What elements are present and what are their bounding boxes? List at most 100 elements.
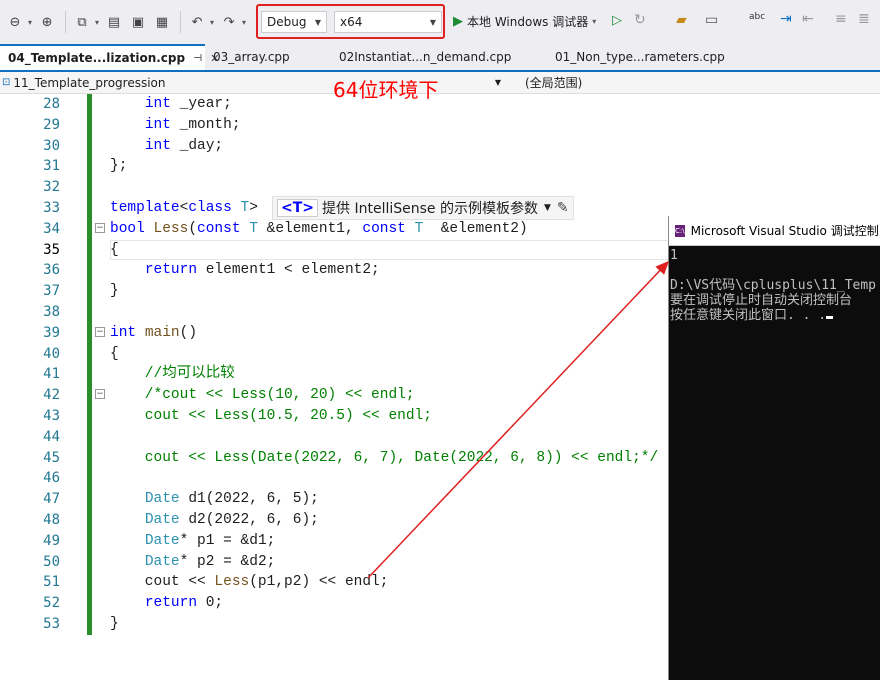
hot-reload-icon[interactable]: ↻ <box>634 12 646 28</box>
code-line: int _month; <box>144 116 241 133</box>
separator <box>180 11 182 33</box>
platform-select[interactable]: x64 ▼ <box>334 11 442 33</box>
line-number: 51 <box>43 574 60 591</box>
code-line: cout << Less(10.5, 20.5) << endl; <box>110 407 432 424</box>
undo-icon[interactable]: ↶ <box>186 11 208 33</box>
code-line: } <box>110 283 119 300</box>
debug-console-window[interactable]: C:\ Microsoft Visual Studio 调试控制台 1 D:\V… <box>668 216 880 680</box>
tab-03-array[interactable]: 03_array.cpp <box>205 44 333 70</box>
code-line: return 0; <box>144 595 224 612</box>
line-number: 47 <box>43 491 60 508</box>
start-debug-button[interactable]: ▶ 本地 Windows 调试器 ▾ <box>453 13 600 30</box>
new-dropdown-icon[interactable]: ▾ <box>95 18 99 27</box>
back-icon[interactable]: ⊖ <box>4 11 26 33</box>
layout-icon[interactable]: ▭ <box>705 12 718 28</box>
save-all-icon[interactable]: ▦ <box>151 11 173 33</box>
line-number: 48 <box>43 511 60 528</box>
line-number: 42 <box>43 387 60 404</box>
fold-toggle-icon[interactable]: − <box>95 389 105 399</box>
pencil-icon[interactable]: ✎ <box>557 200 569 216</box>
forward-icon[interactable]: ⊕ <box>36 11 58 33</box>
code-text[interactable]: int _year; int _month; int _day; }; temp… <box>110 94 658 635</box>
code-line: { <box>110 241 119 258</box>
code-line: Date d2(2022, 6, 6); <box>144 511 319 528</box>
console-line: 要在调试停止时自动关闭控制台 <box>670 293 853 308</box>
line-number: 43 <box>43 407 60 424</box>
pin-icon[interactable]: ⊣ <box>193 53 202 64</box>
line-number: 45 <box>43 449 60 466</box>
code-line: Date* p2 = &d2; <box>144 553 276 570</box>
template-param-box[interactable]: <T> <box>277 199 319 217</box>
outdent-icon[interactable]: ⇤ <box>802 11 814 27</box>
fold-toggle-icon[interactable]: − <box>95 327 105 337</box>
separator <box>65 11 67 33</box>
line-number: 31 <box>43 158 60 175</box>
run-dropdown-icon[interactable]: ▾ <box>592 17 596 26</box>
code-line: /*cout << Less(10, 20) << endl; <box>110 387 415 404</box>
solution-config-select[interactable]: Debug ▼ <box>261 11 327 33</box>
scope-name: (全局范围) <box>525 76 583 90</box>
code-line: cout << Less(p1,p2) << endl; <box>110 574 389 591</box>
solution-config-value: Debug <box>267 15 307 29</box>
uncomment-icon[interactable]: ≣ <box>858 11 870 27</box>
chevron-down-icon: ▼ <box>429 17 436 27</box>
save-icon[interactable]: ▣ <box>127 11 149 33</box>
undo-dropdown-icon[interactable]: ▾ <box>210 18 214 27</box>
redo-dropdown-icon[interactable]: ▾ <box>242 18 246 27</box>
code-line: Date* p1 = &d1; <box>144 532 276 549</box>
open-folder-icon[interactable]: ▤ <box>103 11 125 33</box>
play-icon: ▶ <box>453 14 463 29</box>
text-cursor <box>826 316 834 319</box>
back-dropdown-icon[interactable]: ▾ <box>28 18 32 27</box>
project-name: 11_Template_progression <box>13 75 166 90</box>
redo-icon[interactable]: ↷ <box>218 11 240 33</box>
line-number: 35 <box>43 241 60 258</box>
tab-label: 03_array.cpp <box>213 50 290 64</box>
code-line: int main() <box>110 324 198 341</box>
line-number: 44 <box>43 428 60 445</box>
navigation-bar: ⊡ 11_Template_progression ▼ (全局范围) <box>0 72 880 94</box>
console-title-bar[interactable]: C:\ Microsoft Visual Studio 调试控制台 <box>669 216 880 246</box>
document-tabs: 04_Template...lization.cpp ⊣ ✕ 03_array.… <box>0 44 880 72</box>
line-number: 38 <box>43 303 60 320</box>
line-number: 40 <box>43 345 60 362</box>
run-label: 本地 Windows 调试器 <box>467 15 589 29</box>
intellisense-text: 提供 IntelliSense 的示例模板参数 <box>322 201 538 217</box>
line-number: 41 <box>43 366 60 383</box>
console-line: 1 <box>670 248 678 263</box>
line-number: 52 <box>43 595 60 612</box>
chevron-down-icon[interactable]: ▼ <box>544 203 551 213</box>
comment-icon[interactable]: ≡ <box>835 11 847 27</box>
folder-icon[interactable]: ▰ <box>676 12 687 28</box>
console-output: 1 D:\VS代码\cplusplus\11_Temp 要在调试停止时自动关闭控制… <box>669 246 880 323</box>
indent-icon[interactable]: ⇥ <box>780 11 792 27</box>
tab-02-instantiate[interactable]: 02Instantiat...n_demand.cpp <box>333 44 547 70</box>
start-without-debug-icon[interactable]: ▷ <box>612 13 622 28</box>
platform-value: x64 <box>340 15 363 29</box>
console-line: D:\VS代码\cplusplus\11_Temp <box>670 278 877 293</box>
fold-toggle-icon[interactable]: − <box>95 223 105 233</box>
console-title: Microsoft Visual Studio 调试控制台 <box>690 224 880 238</box>
intellisense-template-bar[interactable]: <T> 提供 IntelliSense 的示例模板参数 ▼ ✎ <box>272 196 574 220</box>
line-number: 30 <box>43 137 60 154</box>
line-number: 53 <box>43 615 60 632</box>
line-number: 46 <box>43 470 60 487</box>
project-icon: ⊡ <box>2 77 11 88</box>
line-number: 28 <box>43 96 60 112</box>
change-indicator-bar <box>87 94 92 635</box>
line-number: 37 <box>43 283 60 300</box>
line-number: 34 <box>43 220 60 237</box>
new-project-icon[interactable]: ⧉ <box>71 11 93 33</box>
line-number: 32 <box>43 179 60 196</box>
spellcheck-icon[interactable]: abc <box>749 12 765 22</box>
tab-04-template[interactable]: 04_Template...lization.cpp ⊣ ✕ <box>0 44 219 70</box>
line-number: 49 <box>43 532 60 549</box>
tab-01-non-type[interactable]: 01_Non_type...rameters.cpp <box>547 44 747 70</box>
scope-dropdown[interactable]: (全局范围) <box>505 72 582 93</box>
code-line: int _day; <box>144 137 224 154</box>
line-number-gutter: 28 29 30 31 32 33 34 35 36 37 38 39 40 41 42 43 44 45 46 47… <box>0 94 64 635</box>
console-line: 按任意键关闭此窗口. . . <box>670 308 880 323</box>
